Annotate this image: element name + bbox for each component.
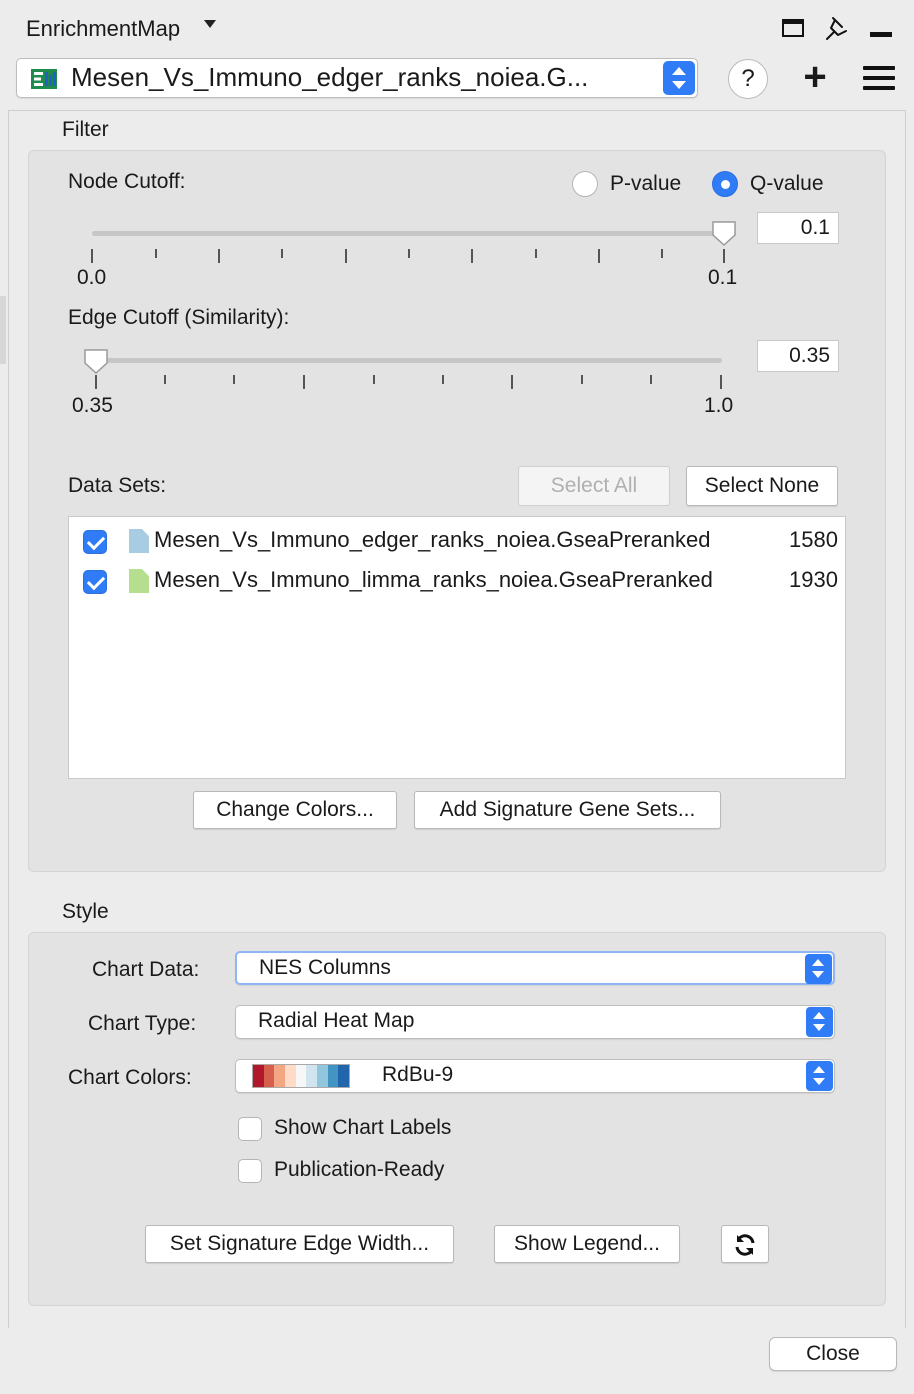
network-select-value: Mesen_Vs_Immuno_edger_ranks_noiea.G...: [71, 62, 589, 92]
slider-tick: [535, 249, 537, 258]
slider-tick: [345, 249, 347, 263]
slider-tick: [511, 375, 513, 389]
datasets-list[interactable]: Mesen_Vs_Immuno_edger_ranks_noiea.GseaPr…: [68, 516, 846, 779]
title-dropdown-caret-icon[interactable]: [204, 20, 216, 28]
panel-title[interactable]: EnrichmentMap: [26, 16, 180, 42]
set-signature-edge-width-button[interactable]: Set Signature Edge Width...: [145, 1225, 454, 1263]
qvalue-radio[interactable]: [712, 171, 738, 197]
chart-type-label: Chart Type:: [88, 1012, 197, 1035]
palette-swatch: [252, 1064, 350, 1088]
edge-cutoff-input[interactable]: 0.35: [757, 340, 839, 372]
slider-tick: [155, 249, 157, 258]
node-slider-max-label: 0.1: [708, 266, 738, 289]
node-cutoff-label: Node Cutoff:: [68, 170, 186, 193]
slider-tick: [303, 375, 305, 389]
slider-tick: [598, 249, 600, 263]
slider-tick: [442, 375, 444, 384]
network-select[interactable]: Mesen_Vs_Immuno_edger_ranks_noiea.G...: [16, 58, 698, 98]
node-cutoff-input[interactable]: 0.1: [757, 212, 839, 244]
chart-colors-value: RdBu-9: [382, 1063, 454, 1086]
slider-tick: [581, 375, 583, 384]
enrichmentmap-logo-icon: [31, 69, 57, 89]
splitter-handle[interactable]: [0, 296, 6, 364]
edge-slider-max-label: 1.0: [704, 394, 734, 417]
slider-tick: [91, 249, 93, 263]
chart-colors-label: Chart Colors:: [68, 1066, 192, 1089]
pvalue-label[interactable]: P-value: [610, 172, 681, 196]
slider-tick: [650, 375, 652, 384]
chart-data-value: NES Columns: [259, 956, 391, 979]
datasets-label: Data Sets:: [68, 474, 167, 497]
show-chart-labels-label[interactable]: Show Chart Labels: [274, 1116, 451, 1140]
dataset-count: 1930: [789, 567, 838, 592]
style-section-label: Style: [62, 900, 109, 923]
minimize-icon[interactable]: [870, 32, 892, 37]
pvalue-radio[interactable]: [572, 171, 598, 197]
add-icon[interactable]: +: [800, 57, 830, 97]
pin-icon[interactable]: [822, 14, 852, 44]
select-all-button[interactable]: Select All: [518, 466, 670, 506]
edge-cutoff-slider-thumb[interactable]: [83, 348, 109, 374]
publication-ready-label[interactable]: Publication-Ready: [274, 1158, 444, 1182]
chart-type-value: Radial Heat Map: [258, 1009, 415, 1032]
slider-tick: [471, 249, 473, 263]
list-item[interactable]: Mesen_Vs_Immuno_limma_ranks_noiea.GseaPr…: [69, 561, 845, 597]
dataset-count: 1580: [789, 527, 838, 552]
slider-tick: [281, 249, 283, 258]
dataset-file-icon: [129, 569, 149, 593]
slider-tick: [408, 249, 410, 258]
node-cutoff-slider-track[interactable]: [92, 231, 724, 236]
dataset-checkbox[interactable]: [83, 570, 107, 594]
chart-type-stepper-icon[interactable]: [806, 1007, 833, 1037]
edge-cutoff-label: Edge Cutoff (Similarity):: [68, 306, 290, 329]
filter-section-label: Filter: [62, 118, 109, 141]
node-slider-min-label: 0.0: [77, 266, 107, 289]
refresh-button[interactable]: [721, 1225, 769, 1263]
title-bar: EnrichmentMap: [0, 0, 914, 56]
list-item[interactable]: Mesen_Vs_Immuno_edger_ranks_noiea.GseaPr…: [69, 521, 845, 557]
dataset-file-icon: [129, 529, 149, 553]
slider-tick: [720, 375, 722, 389]
chart-data-label: Chart Data:: [92, 958, 200, 981]
qvalue-label[interactable]: Q-value: [750, 172, 824, 196]
chart-data-stepper-icon[interactable]: [805, 954, 832, 984]
slider-tick: [723, 249, 725, 263]
close-button[interactable]: Close: [769, 1337, 897, 1371]
dataset-name: Mesen_Vs_Immuno_edger_ranks_noiea.GseaPr…: [154, 527, 711, 552]
node-cutoff-slider-thumb[interactable]: [711, 220, 737, 246]
maximize-icon[interactable]: [782, 19, 804, 37]
chart-colors-stepper-icon[interactable]: [806, 1061, 833, 1091]
slider-tick: [233, 375, 235, 384]
slider-tick: [661, 249, 663, 258]
chart-type-select[interactable]: Radial Heat Map: [235, 1005, 835, 1039]
publication-ready-checkbox[interactable]: [238, 1159, 262, 1183]
slider-tick: [164, 375, 166, 384]
help-button[interactable]: ?: [728, 59, 768, 99]
show-chart-labels-checkbox[interactable]: [238, 1117, 262, 1141]
select-none-button[interactable]: Select None: [686, 466, 838, 506]
edge-cutoff-slider-track[interactable]: [96, 358, 722, 363]
slider-tick: [95, 375, 97, 389]
dataset-checkbox[interactable]: [83, 530, 107, 554]
chart-colors-select[interactable]: RdBu-9: [235, 1059, 835, 1093]
network-select-stepper-icon[interactable]: [663, 61, 695, 95]
slider-tick: [218, 249, 220, 263]
add-signature-gene-sets-button[interactable]: Add Signature Gene Sets...: [414, 791, 721, 829]
hamburger-menu-icon[interactable]: [863, 66, 895, 92]
edge-slider-min-label: 0.35: [72, 394, 113, 417]
slider-tick: [373, 375, 375, 384]
refresh-icon: [735, 1234, 755, 1256]
chart-data-select[interactable]: NES Columns: [235, 951, 835, 985]
dataset-name: Mesen_Vs_Immuno_limma_ranks_noiea.GseaPr…: [154, 567, 713, 592]
change-colors-button[interactable]: Change Colors...: [193, 791, 397, 829]
show-legend-button[interactable]: Show Legend...: [494, 1225, 680, 1263]
